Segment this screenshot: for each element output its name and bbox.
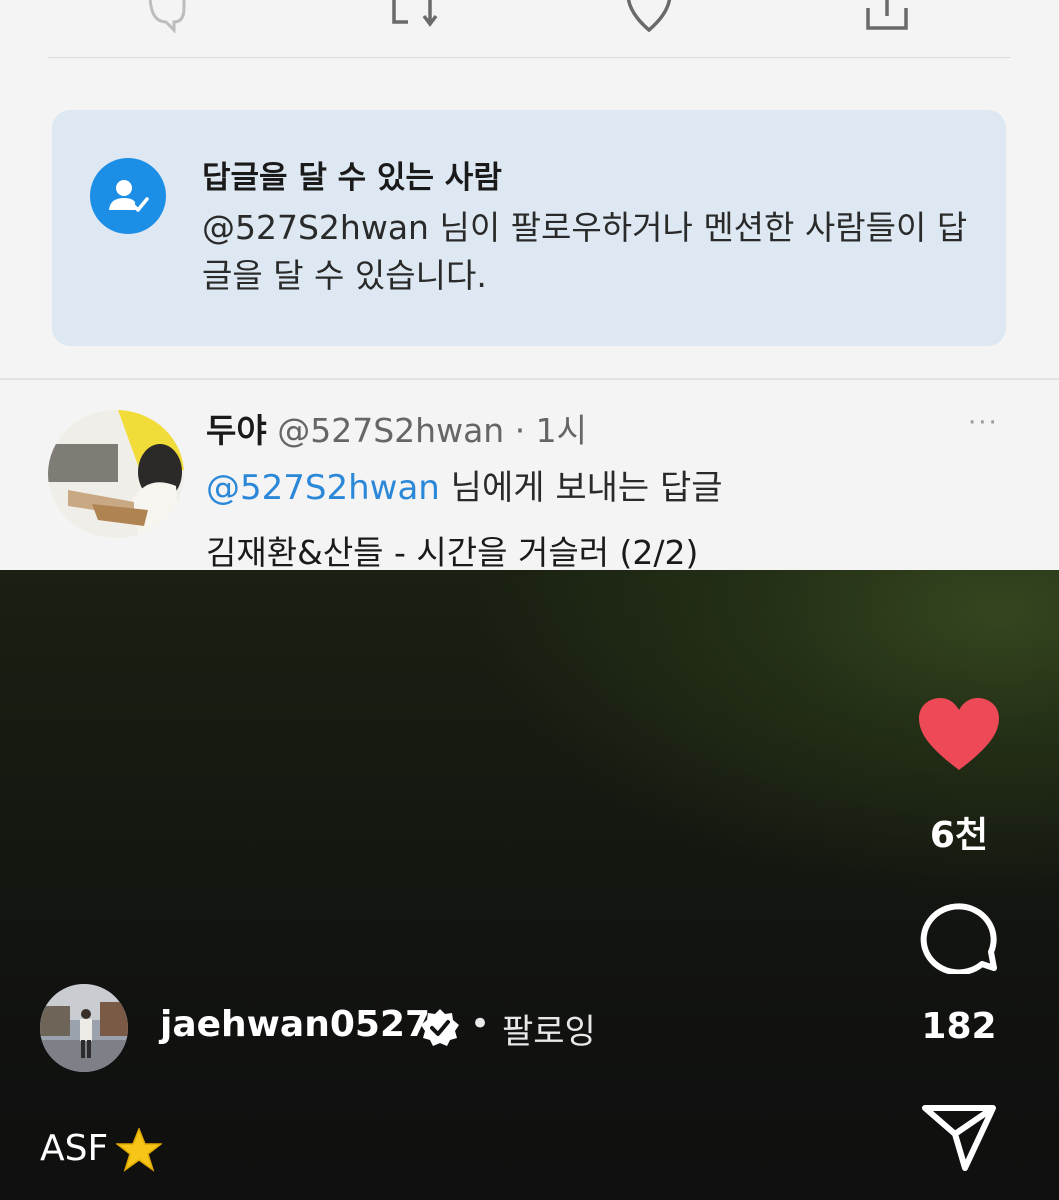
- retweet-icon: [392, 0, 438, 27]
- share-button[interactable]: [914, 1102, 1004, 1172]
- replying-to-suffix: 님에게 보내는 답글: [439, 468, 723, 508]
- reply-avatar: [48, 410, 184, 538]
- divider: [0, 378, 1059, 380]
- reply-permission-card: 답글을 달 수 있는 사람 @527S2hwan 님이 팔로우하거나 멘션한 사…: [52, 110, 1006, 346]
- reply-body: 김재환&산들 - 시간을 거슬러 (2/2): [206, 533, 699, 570]
- reply-header: 두야 @527S2hwan · 1시: [206, 404, 587, 452]
- username[interactable]: jaehwan0527: [160, 1004, 430, 1045]
- divider: [48, 57, 1011, 58]
- like-count: 6천: [929, 815, 989, 856]
- more-options-icon: ···: [968, 408, 999, 438]
- reply-handle-time: @527S2hwan · 1시: [277, 411, 588, 450]
- verified-badge-icon: [421, 1009, 459, 1046]
- comment-icon: [920, 903, 997, 974]
- reply-permission-title: 답글을 달 수 있는 사람: [202, 160, 502, 196]
- like-icon: [626, 0, 672, 33]
- separator-dot: •: [470, 1004, 491, 1044]
- comment-button[interactable]: [914, 898, 1004, 974]
- reel-view: 6천 182 jaehwan0527 • 팔로잉 ASF: [0, 570, 1059, 1200]
- reply-permission-description: @527S2hwan 님이 팔로우하거나 멘션한 사람들이 답글을 달 수 있습…: [202, 208, 968, 295]
- profile-avatar[interactable]: [40, 984, 128, 1072]
- star-emoji-icon: [116, 1128, 162, 1172]
- mention-link: @527S2hwan: [206, 468, 440, 508]
- like-button[interactable]: [914, 698, 1004, 772]
- tweet-action-row: [0, 0, 1059, 58]
- heart-icon: [919, 698, 999, 770]
- reply-icon: [148, 0, 186, 34]
- send-icon: [922, 1105, 996, 1171]
- share-icon: [866, 0, 908, 30]
- person-check-icon: [90, 158, 166, 234]
- following-button[interactable]: 팔로잉: [502, 1004, 596, 1053]
- reply-display-name: 두야: [206, 411, 267, 450]
- caption-text: ASF: [40, 1128, 109, 1169]
- comment-count: 182: [921, 1006, 997, 1047]
- replying-to-line: @527S2hwan 님에게 보내는 답글: [206, 460, 723, 509]
- tweet-screenshot: 답글을 달 수 있는 사람 @527S2hwan 님이 팔로우하거나 멘션한 사…: [0, 0, 1059, 570]
